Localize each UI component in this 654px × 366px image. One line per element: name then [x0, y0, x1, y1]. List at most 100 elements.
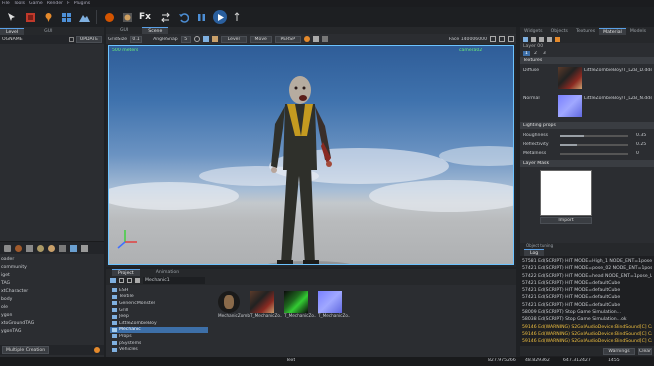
rotate-icon[interactable] — [193, 36, 200, 42]
angle-snap-field[interactable]: 5 — [180, 35, 191, 43]
tab-log[interactable]: Log — [524, 249, 545, 256]
tab-objects[interactable]: Objects — [547, 28, 572, 35]
layer-mask-preview[interactable] — [540, 170, 592, 216]
layer-tab-2[interactable]: 2 — [532, 51, 539, 56]
folder-item[interactable]: Props — [110, 333, 208, 340]
layer-mask-header[interactable]: Layer Mask — [520, 160, 654, 167]
home-icon[interactable] — [135, 278, 140, 283]
prop-slider[interactable] — [560, 152, 628, 155]
tab-viewport-gui[interactable]: GUI — [114, 27, 134, 34]
tree-item[interactable]: TAG — [1, 280, 104, 288]
tree-item[interactable]: ole — [1, 304, 104, 312]
log-clear-button[interactable]: Clear — [638, 347, 652, 355]
diffuse-thumb[interactable] — [558, 67, 582, 89]
tab-level[interactable]: Level — [0, 28, 25, 35]
diffuse-file[interactable]: LittleZombieBoy/T_LZB_D.dds — [584, 68, 652, 73]
tree-item[interactable]: community — [1, 264, 104, 272]
folder-item[interactable]: ESH — [110, 287, 208, 294]
folder-item[interactable]: Grill — [110, 307, 208, 314]
mat-icon-4[interactable] — [547, 36, 552, 42]
tool-icon-1[interactable] — [4, 244, 11, 252]
play-icon[interactable] — [213, 10, 227, 24]
tab-project[interactable]: Project — [112, 269, 140, 276]
stop-icon[interactable] — [233, 11, 241, 23]
normal-thumb[interactable] — [558, 95, 582, 117]
import-button[interactable]: Import — [540, 217, 592, 224]
scale-tool-icon[interactable] — [211, 36, 218, 42]
asset-item[interactable]: T_MechanicZo... — [318, 291, 350, 318]
mat-icon-2[interactable] — [531, 36, 536, 42]
mode-select[interactable]: Level — [220, 35, 247, 43]
swap-icon[interactable] — [159, 11, 171, 23]
tool-icon-7[interactable] — [70, 244, 77, 252]
light-icon[interactable] — [312, 36, 319, 42]
folder-item[interactable]: pSystems — [110, 340, 208, 347]
tree-item[interactable]: body — [1, 296, 104, 304]
asset-item[interactable]: T_MechanicZo... — [250, 291, 282, 318]
tab-widgets[interactable]: Widgets — [520, 28, 547, 35]
tree-item[interactable]: ygon — [1, 312, 104, 320]
prop-slider[interactable] — [560, 134, 628, 137]
menu-item-plugins[interactable]: Plugins — [74, 1, 90, 6]
tool-icon-3[interactable] — [26, 244, 33, 252]
back-icon[interactable] — [119, 278, 124, 283]
pin-icon[interactable] — [42, 11, 54, 23]
menu-item-tools[interactable]: Tools — [14, 1, 25, 6]
tab-models[interactable]: Models — [626, 28, 650, 35]
tree-item[interactable]: ygonTAG — [1, 328, 104, 336]
tree-item[interactable]: xtoGroundTAG — [1, 320, 104, 328]
mat-icon-3[interactable] — [539, 36, 544, 42]
tool-icon-6[interactable] — [59, 244, 66, 252]
tab-material[interactable]: Material — [599, 28, 626, 35]
grid-size-field[interactable]: 0.1 — [130, 35, 143, 43]
textures-header[interactable]: Textures — [520, 57, 654, 64]
log-filter-select[interactable]: Warnings — [603, 347, 635, 355]
sphere-icon[interactable] — [103, 11, 115, 23]
folder-item-selected[interactable]: Mechanic — [110, 326, 208, 334]
tab-scene[interactable]: Scene — [142, 27, 169, 34]
folder-item[interactable]: LittleZombieBoy — [110, 320, 208, 327]
multiple-creation-button[interactable]: Multiple Creation — [2, 346, 50, 354]
move-select[interactable]: Move — [249, 35, 272, 43]
layer-tab-1[interactable]: 1 — [523, 51, 530, 56]
grid-blue-icon[interactable] — [60, 11, 72, 23]
tab-textures[interactable]: Textures — [572, 28, 599, 35]
wire-icon[interactable] — [303, 36, 310, 42]
prop-slider[interactable] — [560, 143, 628, 146]
view-icon-3[interactable] — [508, 36, 514, 42]
undo-icon[interactable] — [177, 11, 189, 23]
tool-icon-4[interactable] — [37, 244, 44, 252]
tool-icon-8[interactable] — [81, 244, 88, 252]
folder-item[interactable]: GenericMonster — [110, 300, 208, 307]
menu-item-f[interactable]: F — [67, 1, 70, 6]
tree-item[interactable]: oader — [1, 256, 104, 264]
fx-button[interactable]: Fx — [139, 12, 153, 22]
pause-icon[interactable] — [195, 11, 207, 23]
update-button[interactable]: UPDATE — [75, 36, 102, 43]
cursor-icon[interactable] — [6, 11, 18, 23]
settings-dot-icon[interactable] — [94, 347, 100, 353]
terrain-icon[interactable] — [78, 11, 90, 23]
material-icon[interactable] — [121, 11, 133, 23]
asset-item[interactable]: MechanicZomb... — [218, 291, 250, 318]
layer-tab-3[interactable]: 3 — [541, 51, 548, 56]
mat-icon-5[interactable] — [555, 36, 560, 42]
menu-item-file[interactable]: File — [2, 1, 10, 6]
scene-view[interactable]: 500 meters camera02 — [108, 45, 514, 265]
folder-item[interactable]: Textile — [110, 294, 208, 301]
folder-up-icon[interactable] — [110, 278, 116, 283]
view-icon-2[interactable] — [499, 36, 505, 42]
folder-item[interactable]: Jeep — [110, 313, 208, 320]
normal-file[interactable]: LittleZombieBoy/T_LZB_N.dds — [584, 96, 652, 101]
forward-icon[interactable] — [127, 278, 132, 283]
tab-gui[interactable]: GUI — [38, 28, 58, 35]
asset-item[interactable]: T_MechanicZo... — [284, 291, 316, 318]
prop-value[interactable]: 0.35 — [636, 133, 646, 138]
view-icon-1[interactable] — [490, 36, 496, 42]
folder-item[interactable]: Vehicles — [110, 346, 208, 353]
menu-item-render[interactable]: Render — [47, 1, 63, 6]
path-field[interactable]: Mechanic1 — [143, 277, 205, 284]
lighting-header[interactable]: Lighting props — [520, 122, 654, 129]
cube-red-icon[interactable] — [24, 11, 36, 23]
tree-item[interactable]: xtCharacter — [1, 288, 104, 296]
